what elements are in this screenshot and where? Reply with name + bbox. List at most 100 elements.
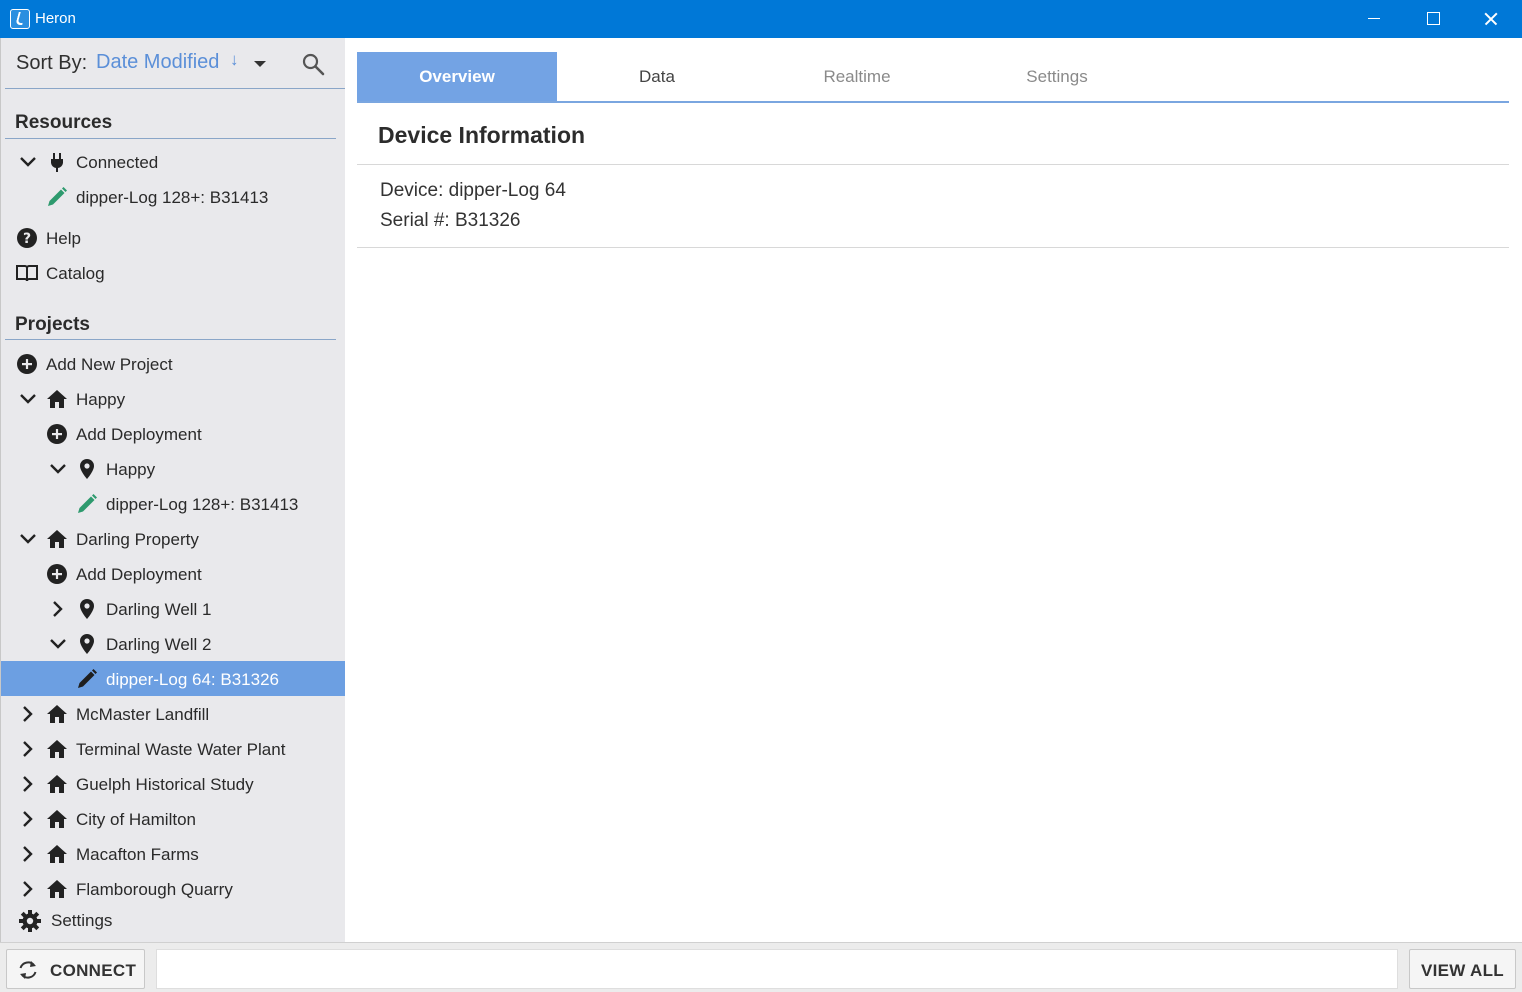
plus-circle-icon bbox=[47, 424, 67, 444]
resources-heading: Resources bbox=[15, 112, 113, 133]
resource-label: dipper-Log 128+: B31413 bbox=[76, 188, 269, 207]
project-tree-label: Darling Well 2 bbox=[106, 635, 212, 654]
device-item-b31326-selected[interactable]: dipper-Log 64: B31326 bbox=[1, 661, 355, 696]
view-all-button[interactable]: VIEW ALL bbox=[1409, 949, 1516, 989]
gear-icon bbox=[19, 910, 41, 932]
project-tree-label: City of Hamilton bbox=[76, 810, 196, 829]
chevron-right-icon[interactable] bbox=[18, 879, 38, 899]
project-tree-label: Happy bbox=[106, 460, 156, 479]
window-title: Heron bbox=[35, 10, 76, 27]
chevron-down-icon[interactable] bbox=[18, 529, 38, 549]
status-field bbox=[156, 949, 1398, 989]
book-icon bbox=[16, 265, 38, 282]
plus-circle-icon bbox=[17, 354, 37, 374]
chevron-down-icon[interactable] bbox=[48, 459, 68, 479]
device-name-text: Device: dipper-Log 64 bbox=[380, 180, 566, 201]
resource-label: Connected bbox=[76, 153, 159, 172]
divider bbox=[357, 247, 1509, 248]
project-item-darling-property[interactable]: Darling Property bbox=[1, 521, 346, 556]
home-icon bbox=[47, 845, 67, 863]
maximize-button[interactable] bbox=[1403, 0, 1461, 38]
home-icon bbox=[47, 705, 67, 723]
sidebar: Sort By: Date Modified ↓ Resources Conne… bbox=[0, 38, 355, 942]
project-tree-label: Darling Well 1 bbox=[106, 600, 212, 619]
chevron-down-icon[interactable] bbox=[254, 61, 266, 67]
project-tree-label: Add New Project bbox=[46, 355, 173, 374]
project-tree-label: McMaster Landfill bbox=[76, 705, 210, 724]
refresh-icon bbox=[19, 961, 37, 979]
project-tree-label: Happy bbox=[76, 390, 126, 409]
resource-item-connected[interactable]: Connected bbox=[1, 144, 346, 179]
project-item-city-of-hamilton[interactable]: City of Hamilton bbox=[1, 801, 346, 836]
tab-settings[interactable]: Settings bbox=[957, 52, 1157, 101]
chevron-right-icon[interactable] bbox=[18, 774, 38, 794]
sort-dropdown[interactable]: Date Modified bbox=[96, 51, 219, 74]
home-icon bbox=[47, 530, 67, 548]
project-tree-label: Macafton Farms bbox=[76, 845, 199, 864]
project-tree-label: dipper-Log 128+: B31413 bbox=[106, 495, 299, 514]
resources-divider bbox=[5, 138, 336, 139]
project-item-happy[interactable]: Happy bbox=[1, 381, 346, 416]
project-item-flamborough-quarry[interactable]: Flamborough Quarry bbox=[1, 871, 346, 906]
connect-label: CONNECT bbox=[50, 961, 137, 980]
project-tree-label: Guelph Historical Study bbox=[76, 775, 254, 794]
device-item-b31413[interactable]: dipper-Log 128+: B31413 bbox=[1, 486, 346, 521]
add-deployment-button[interactable]: Add Deployment bbox=[1, 416, 346, 451]
resource-item-catalog[interactable]: Catalog bbox=[1, 255, 346, 290]
projects-divider bbox=[5, 339, 336, 340]
view-all-label: VIEW ALL bbox=[1421, 961, 1504, 980]
tab-overview[interactable]: Overview bbox=[357, 52, 557, 101]
chevron-right-icon[interactable] bbox=[18, 704, 38, 724]
chevron-down-icon[interactable] bbox=[48, 634, 68, 654]
chevron-right-icon[interactable] bbox=[48, 599, 68, 619]
minimize-button[interactable] bbox=[1344, 0, 1402, 38]
deployment-item-happy[interactable]: Happy bbox=[1, 451, 346, 486]
sort-label: Sort By: bbox=[16, 52, 88, 74]
serial-number-text: Serial #: B31326 bbox=[380, 210, 521, 231]
pencil-icon bbox=[78, 669, 97, 688]
resource-label: Catalog bbox=[46, 264, 105, 283]
project-item-macafton-farms[interactable]: Macafton Farms bbox=[1, 836, 346, 871]
pencil-icon bbox=[78, 494, 97, 513]
help-icon: ? bbox=[17, 228, 37, 248]
location-pin-icon bbox=[80, 634, 94, 654]
chevron-right-icon[interactable] bbox=[18, 739, 38, 759]
chevron-down-icon[interactable] bbox=[18, 152, 38, 172]
sort-direction-arrow-down-icon[interactable]: ↓ bbox=[230, 50, 239, 70]
home-icon bbox=[47, 775, 67, 793]
project-item-mcmaster-landfill[interactable]: McMaster Landfill bbox=[1, 696, 346, 731]
device-information-heading: Device Information bbox=[378, 122, 586, 148]
search-icon[interactable] bbox=[301, 52, 325, 76]
project-tree-label: Flamborough Quarry bbox=[76, 880, 233, 899]
deployment-item-darling-well-2[interactable]: Darling Well 2 bbox=[1, 626, 346, 661]
projects-heading: Projects bbox=[15, 314, 90, 335]
home-icon bbox=[47, 810, 67, 828]
tab-data[interactable]: Data bbox=[557, 52, 757, 101]
settings-label: Settings bbox=[51, 911, 113, 930]
chevron-down-icon[interactable] bbox=[18, 389, 38, 409]
title-bar: Heron bbox=[0, 0, 1522, 38]
resource-item-help[interactable]: ? Help bbox=[1, 220, 346, 255]
project-item-terminal-waste-water-plant[interactable]: Terminal Waste Water Plant bbox=[1, 731, 346, 766]
location-pin-icon bbox=[80, 599, 94, 619]
close-button[interactable] bbox=[1462, 0, 1520, 38]
add-deployment-button[interactable]: Add Deployment bbox=[1, 556, 346, 591]
tab-realtime[interactable]: Realtime bbox=[757, 52, 957, 101]
resource-item-device[interactable]: dipper-Log 128+: B31413 bbox=[1, 179, 346, 214]
bottom-bar: CONNECT VIEW ALL bbox=[0, 942, 1522, 992]
app-logo-icon bbox=[10, 9, 30, 29]
home-icon bbox=[47, 390, 67, 408]
chevron-right-icon[interactable] bbox=[18, 844, 38, 864]
deployment-item-darling-well-1[interactable]: Darling Well 1 bbox=[1, 591, 346, 626]
add-new-project-button[interactable]: Add New Project bbox=[1, 346, 346, 381]
resource-label: Help bbox=[46, 229, 81, 248]
chevron-right-icon[interactable] bbox=[18, 809, 38, 829]
sidebar-settings-item[interactable]: Settings bbox=[1, 902, 346, 937]
tab-bar: Overview Data Realtime Settings bbox=[357, 52, 1509, 103]
project-tree-label: Add Deployment bbox=[76, 565, 202, 584]
project-item-guelph-historical-study[interactable]: Guelph Historical Study bbox=[1, 766, 346, 801]
connect-button[interactable]: CONNECT bbox=[6, 949, 145, 989]
plug-icon bbox=[51, 153, 63, 172]
home-icon bbox=[47, 740, 67, 758]
main-panel: Overview Data Realtime Settings Device I… bbox=[345, 38, 1522, 942]
